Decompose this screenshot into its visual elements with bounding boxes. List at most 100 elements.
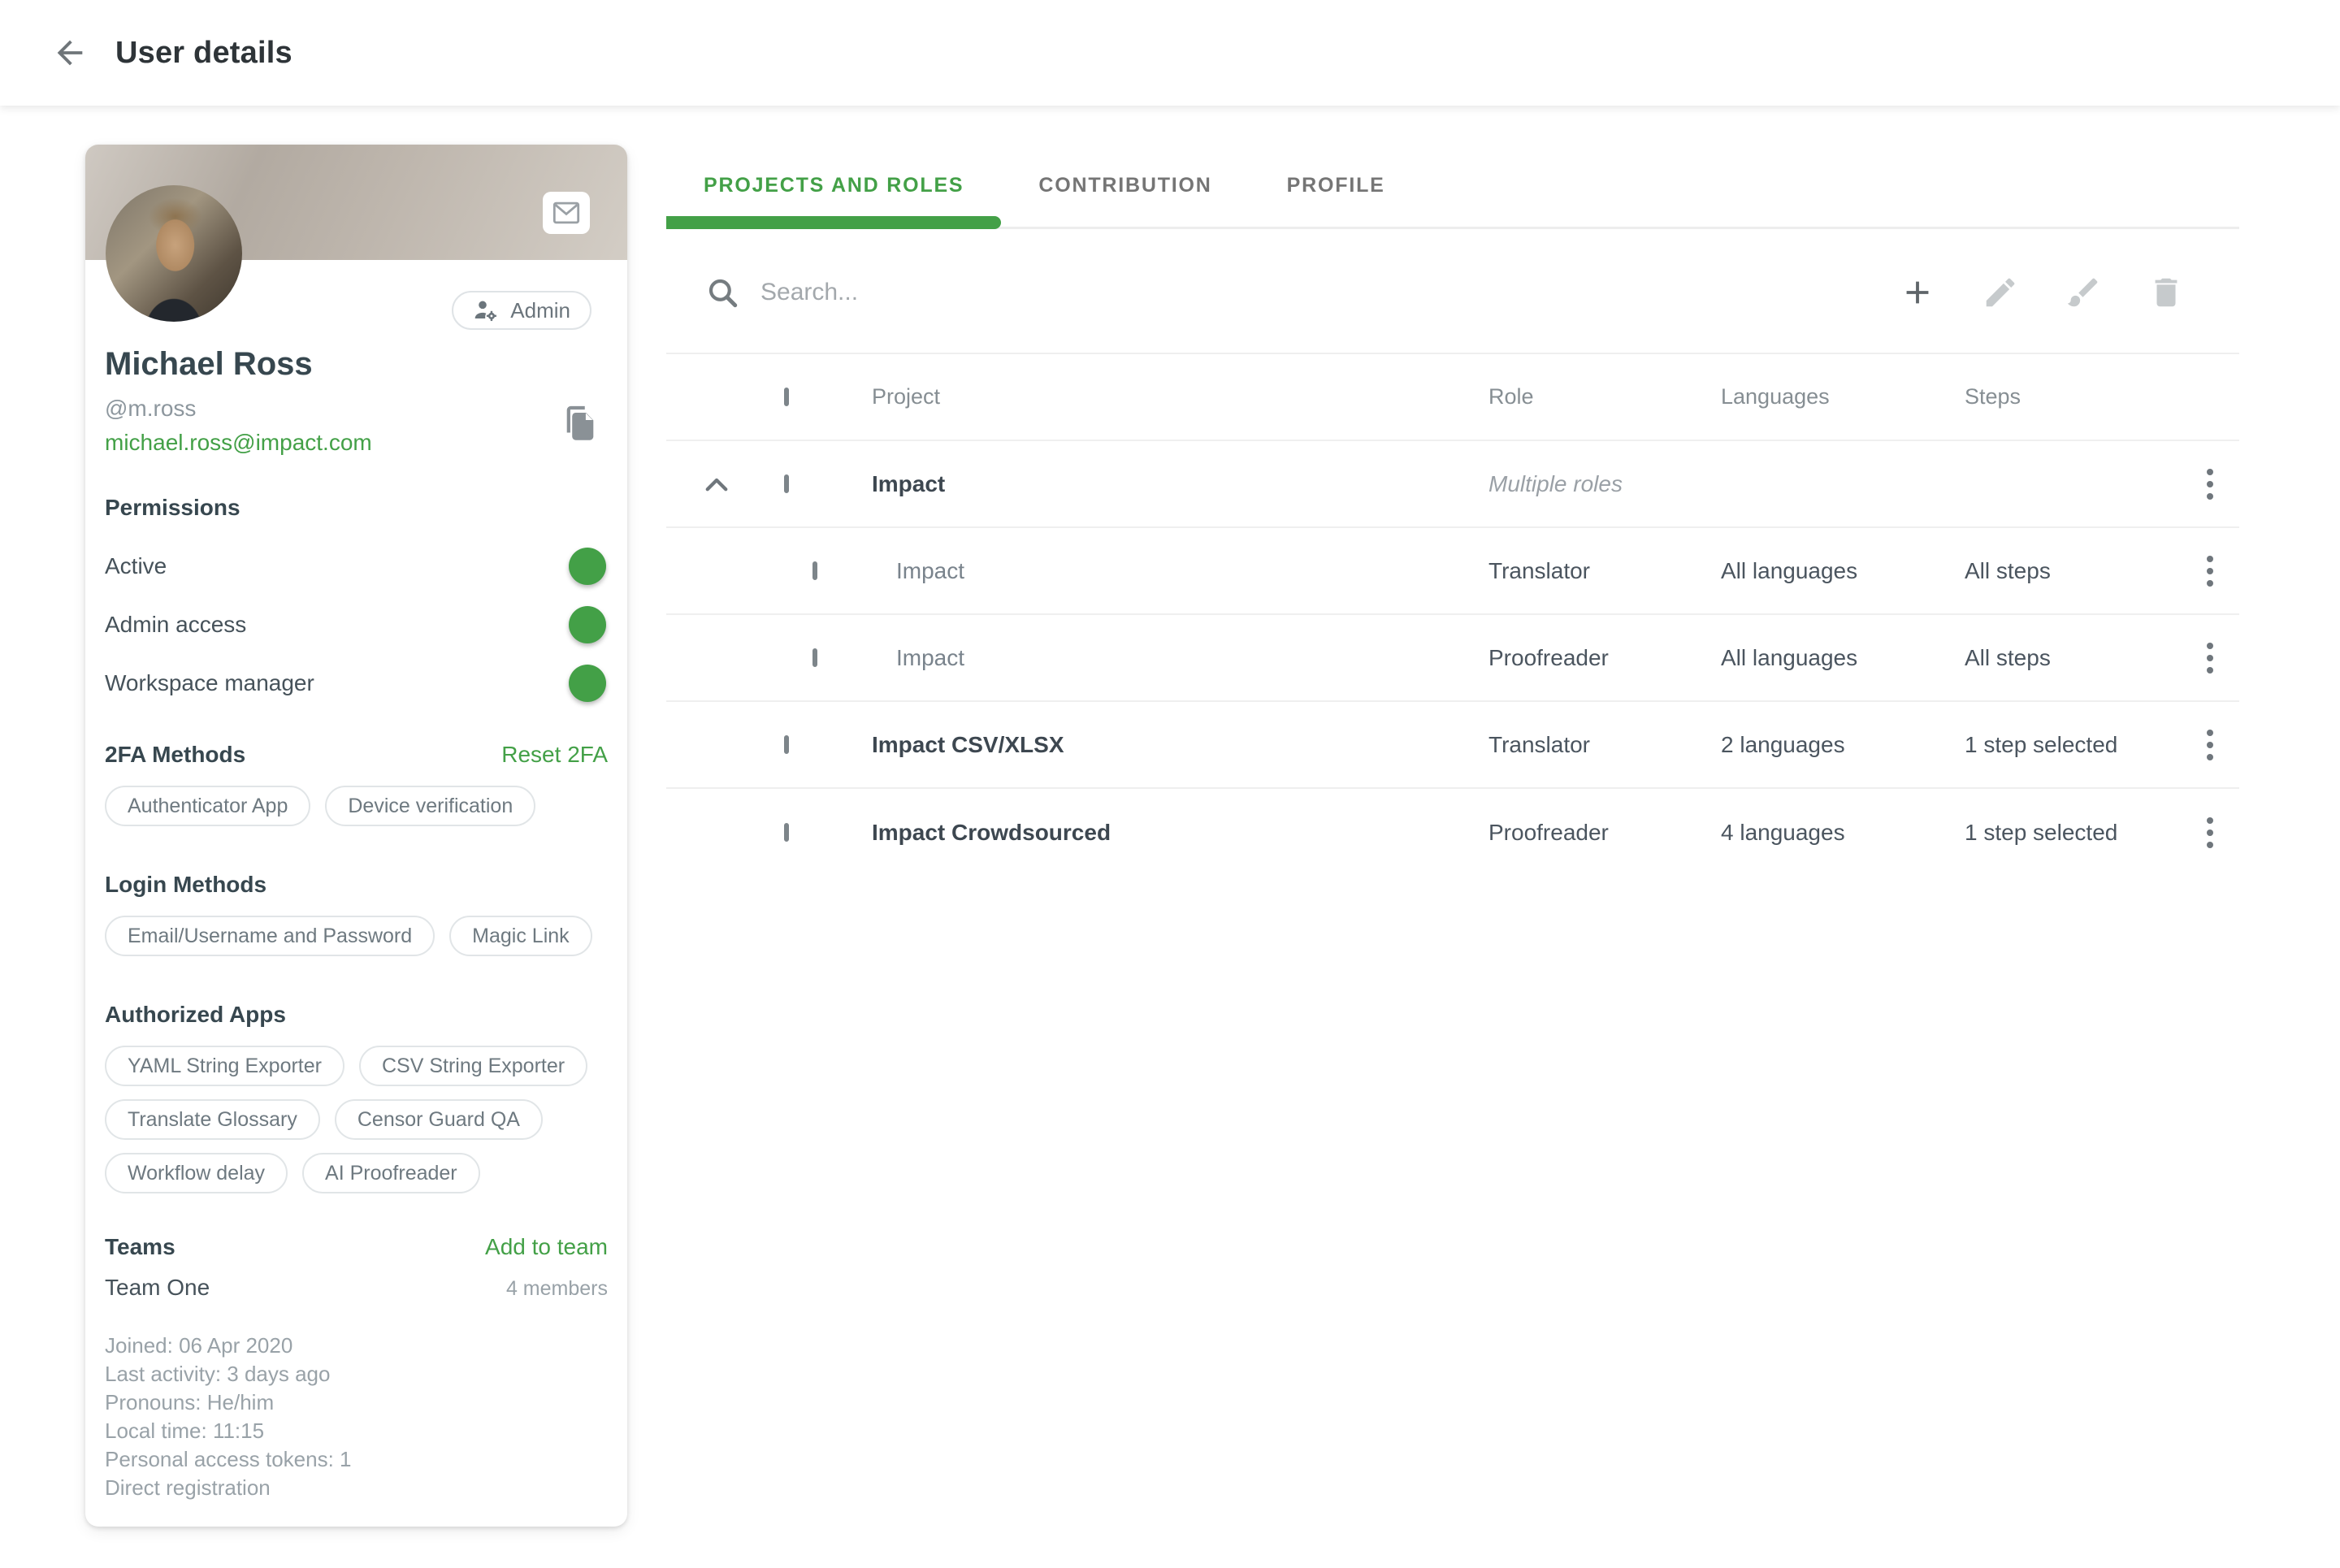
row-checkbox[interactable] (784, 474, 789, 493)
column-header-steps: Steps (1947, 384, 2190, 409)
add-to-team-link[interactable]: Add to team (485, 1234, 608, 1260)
meta-registration: Direct registration (105, 1474, 608, 1502)
table-row-impact-proofreader: Impact Proofreader All languages All ste… (666, 615, 2239, 702)
teams-section: Teams Add to team Team One 4 members Joi… (85, 1234, 627, 1502)
pencil-icon (1982, 274, 2019, 311)
app-chip: Censor Guard QA (335, 1099, 543, 1140)
project-role: Translator (1467, 558, 1703, 584)
row-checkbox[interactable] (784, 735, 789, 754)
team-name: Team One (105, 1275, 210, 1301)
column-header-project: Project (853, 384, 1467, 409)
twofa-chip: Device verification (325, 786, 535, 826)
twofa-chip: Authenticator App (105, 786, 310, 826)
search-box[interactable] (705, 275, 1898, 310)
row-menu-button[interactable] (2190, 807, 2230, 859)
project-role: Proofreader (1467, 820, 1703, 846)
envelope-icon (552, 201, 580, 224)
tab-profile[interactable]: PROFILE (1250, 145, 1423, 227)
project-name: Impact (853, 645, 1467, 671)
project-role: Multiple roles (1467, 471, 1703, 497)
app-chip: AI Proofreader (302, 1153, 480, 1193)
row-checkbox[interactable] (812, 648, 817, 667)
row-menu-button[interactable] (2190, 719, 2230, 771)
project-steps: 1 step selected (1947, 820, 2190, 846)
tab-bar: PROJECTS AND ROLES CONTRIBUTION PROFILE (666, 145, 2239, 229)
identity-block: Michael Ross @m.ross michael.ross@impact… (85, 346, 627, 456)
toggle-row-active: Active (105, 553, 608, 579)
edit-button[interactable] (1981, 273, 2020, 312)
manage-accounts-icon (473, 298, 499, 323)
clean-button[interactable] (2064, 273, 2103, 312)
copy-icon (561, 403, 599, 444)
app-chip: YAML String Exporter (105, 1046, 344, 1086)
active-toggle[interactable] (541, 555, 603, 578)
permissions-title: Permissions (105, 495, 608, 521)
copy-email-button[interactable] (557, 398, 603, 448)
app-chip: CSV String Exporter (359, 1046, 587, 1086)
row-actions-toolbar (1898, 273, 2186, 312)
page-title: User details (115, 36, 292, 71)
arrow-left-icon (51, 34, 89, 71)
toggle-label-workspace-manager: Workspace manager (105, 670, 314, 696)
role-badge[interactable]: Admin (452, 291, 592, 330)
authorized-apps-section: Authorized Apps YAML String Exporter CSV… (85, 1002, 627, 1193)
delete-button[interactable] (2147, 273, 2186, 312)
brush-icon (2065, 274, 2102, 311)
table-header-row: Project Role Languages Steps (666, 354, 2239, 441)
workspace-manager-toggle[interactable] (541, 672, 603, 695)
project-steps: All steps (1947, 645, 2190, 671)
meta-local-time: Local time: 11:15 (105, 1417, 608, 1445)
user-email-link[interactable]: michael.ross@impact.com (105, 430, 372, 456)
table-row-impact-translator: Impact Translator All languages All step… (666, 528, 2239, 615)
project-steps: All steps (1947, 558, 2190, 584)
project-role: Proofreader (1467, 645, 1703, 671)
app-bar: User details (0, 0, 2340, 106)
tab-contribution[interactable]: CONTRIBUTION (1001, 145, 1249, 227)
team-members-count: 4 members (506, 1277, 608, 1301)
meta-last-activity: Last activity: 3 days ago (105, 1360, 608, 1388)
app-chip: Workflow delay (105, 1153, 288, 1193)
user-handle: @m.ross (105, 396, 608, 422)
column-header-role: Role (1467, 384, 1703, 409)
toggle-row-admin-access: Admin access (105, 612, 608, 638)
login-method-chip: Magic Link (449, 916, 592, 956)
toggle-label-active: Active (105, 553, 167, 579)
send-email-button[interactable] (543, 192, 590, 234)
row-menu-button[interactable] (2190, 545, 2230, 597)
admin-access-toggle[interactable] (541, 613, 603, 636)
toggle-row-workspace-manager: Workspace manager (105, 670, 608, 696)
row-menu-button[interactable] (2190, 458, 2230, 510)
login-methods-section: Login Methods Email/Username and Passwor… (85, 872, 627, 956)
table-row-impact-crowdsourced: Impact Crowdsourced Proofreader 4 langua… (666, 789, 2239, 876)
main-content: PROJECTS AND ROLES CONTRIBUTION PROFILE (666, 145, 2239, 876)
table-row-group-impact: Impact Multiple roles (666, 441, 2239, 528)
row-menu-button[interactable] (2190, 632, 2230, 684)
reset-2fa-link[interactable]: Reset 2FA (501, 742, 608, 768)
project-languages: 2 languages (1703, 732, 1947, 758)
project-steps: 1 step selected (1947, 732, 2190, 758)
row-checkbox[interactable] (784, 823, 789, 842)
role-badge-label: Admin (510, 298, 570, 323)
authorized-apps-title: Authorized Apps (105, 1002, 608, 1028)
add-button[interactable] (1898, 273, 1937, 312)
user-meta-block: Joined: 06 Apr 2020 Last activity: 3 day… (105, 1332, 608, 1502)
login-method-chip: Email/Username and Password (105, 916, 435, 956)
select-all-checkbox[interactable] (784, 388, 789, 406)
table-controls (666, 262, 2239, 323)
project-languages: All languages (1703, 645, 1947, 671)
toggle-label-admin-access: Admin access (105, 612, 246, 638)
search-input[interactable] (760, 279, 1573, 306)
project-name: Impact CSV/XLSX (853, 732, 1467, 758)
twofa-section: 2FA Methods Reset 2FA Authenticator App … (85, 742, 627, 826)
tab-projects-and-roles[interactable]: PROJECTS AND ROLES (666, 145, 1001, 227)
trash-icon (2147, 274, 2185, 311)
row-checkbox[interactable] (812, 561, 817, 580)
collapse-row-button[interactable] (702, 470, 731, 499)
back-button[interactable] (47, 30, 93, 76)
plus-icon (1899, 274, 1936, 311)
magnifier-icon (705, 275, 739, 310)
team-row: Team One 4 members (105, 1275, 608, 1301)
twofa-title: 2FA Methods (105, 742, 245, 768)
meta-joined: Joined: 06 Apr 2020 (105, 1332, 608, 1360)
meta-access-tokens: Personal access tokens: 1 (105, 1445, 608, 1474)
